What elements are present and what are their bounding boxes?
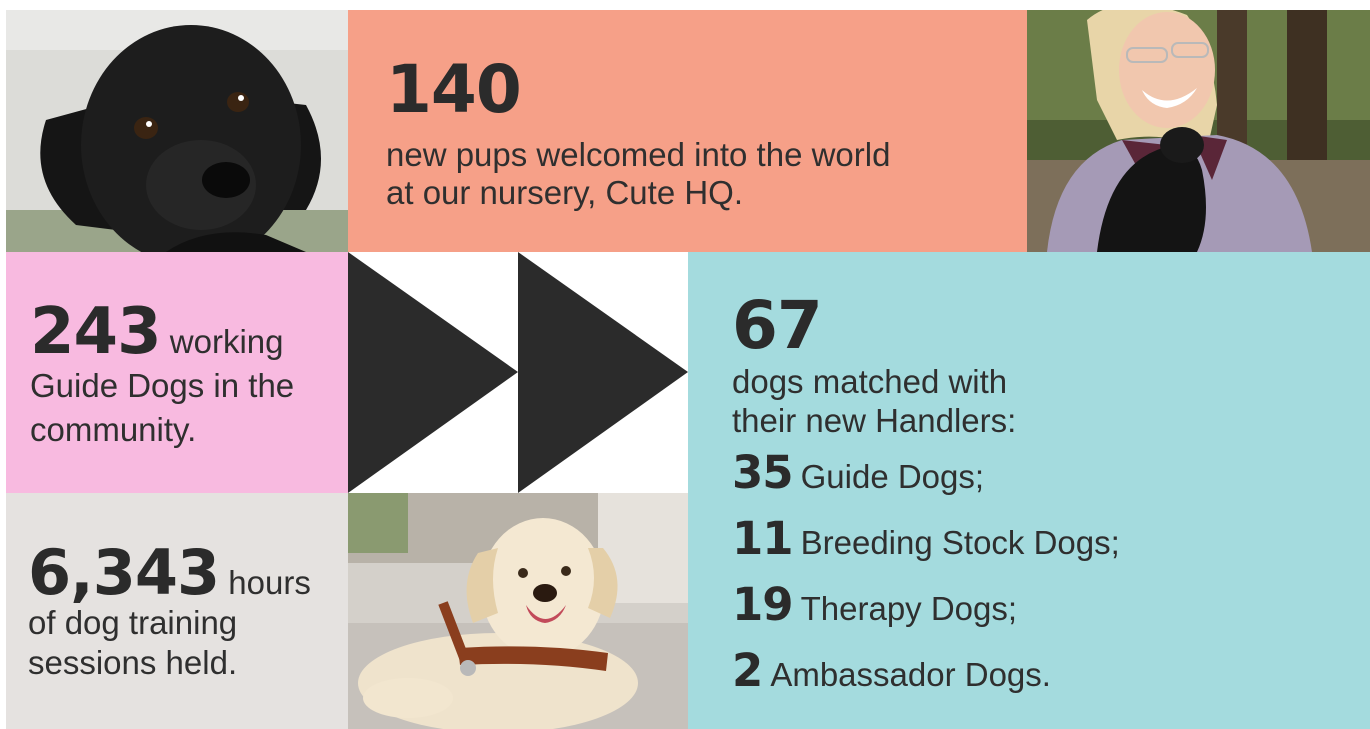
working-dogs-text-b: Guide Dogs in the community. <box>30 367 295 448</box>
matched-dogs-count: 67 <box>732 287 823 364</box>
matched-item-number: 35 <box>732 446 794 499</box>
working-dogs-text-a: working <box>169 323 284 360</box>
woman-with-puppy-photo <box>1027 10 1370 252</box>
matched-item-label: Ambassador Dogs. <box>770 656 1051 693</box>
working-dogs-paragraph: 243 working Guide Dogs in the community. <box>30 300 346 452</box>
matched-item-ambassador-dogs: 2 Ambassador Dogs. <box>732 646 1051 700</box>
pups-count: 140 <box>386 51 522 128</box>
training-hours-tile: 6,343 hours of dog training sessions hel… <box>6 493 348 729</box>
training-hours-paragraph: 6,343 hours of dog training sessions hel… <box>28 542 346 683</box>
matched-item-therapy-dogs: 19 Therapy Dogs; <box>732 580 1017 634</box>
training-hours-count: 6,343 <box>28 536 220 609</box>
working-dogs-tile: 243 working Guide Dogs in the community. <box>6 252 348 493</box>
matched-item-guide-dogs: 35 Guide Dogs; <box>732 448 984 502</box>
training-hours-text-a: hours <box>228 564 311 601</box>
matched-item-label: Breeding Stock Dogs; <box>800 524 1120 561</box>
pups-description-line-1: new pups welcomed into the world <box>386 136 891 173</box>
yellow-labrador-guide-dog-photo <box>348 493 688 729</box>
training-hours-text-b: of dog training sessions held. <box>28 604 238 681</box>
matched-item-breeding-stock-dogs: 11 Breeding Stock Dogs; <box>732 514 1120 568</box>
matched-dogs-lead: dogs matched with their new Handlers: <box>732 362 1332 440</box>
matched-item-number: 11 <box>732 512 794 565</box>
matched-item-label: Therapy Dogs; <box>800 590 1018 627</box>
matched-lead-line-2: their new Handlers: <box>732 402 1017 439</box>
working-dogs-count: 243 <box>30 295 162 369</box>
pups-description: new pups welcomed into the world at our … <box>386 136 1006 212</box>
matched-item-number: 19 <box>732 578 794 631</box>
pups-description-line-2: at our nursery, Cute HQ. <box>386 174 744 211</box>
fast-forward-arrows-icon <box>348 252 688 493</box>
matched-item-number: 2 <box>732 644 763 697</box>
new-pups-tile: 140 new pups welcomed into the world at … <box>348 10 1027 252</box>
black-puppy-photo <box>6 10 348 252</box>
matched-dogs-tile: 67 dogs matched with their new Handlers:… <box>688 252 1370 729</box>
matched-item-label: Guide Dogs; <box>800 458 985 495</box>
matched-lead-line-1: dogs matched with <box>732 363 1008 400</box>
